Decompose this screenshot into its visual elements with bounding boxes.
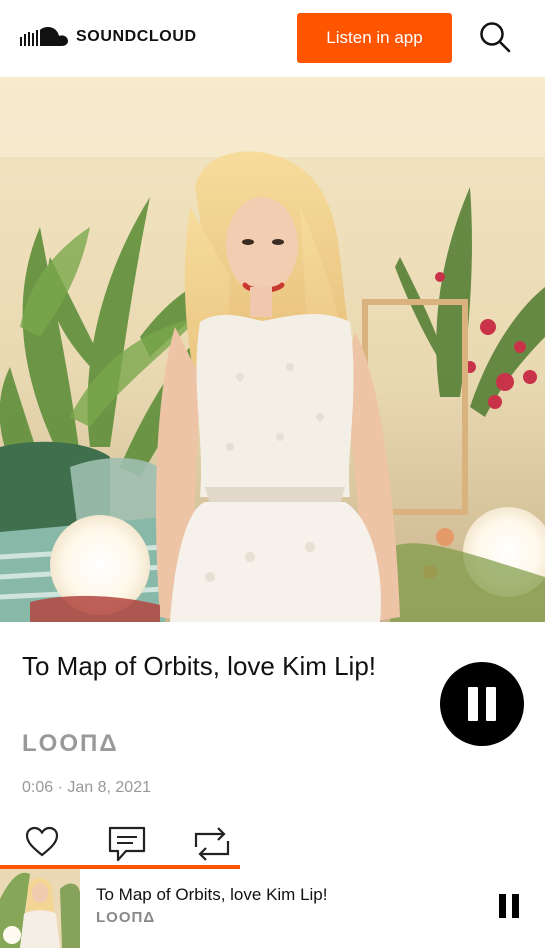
like-button[interactable] — [24, 824, 64, 864]
mini-artwork-image — [0, 869, 80, 948]
mini-player-artist: LOOΠΔ — [96, 909, 156, 926]
top-bar: SOUNDCLOUD Listen in app — [0, 0, 545, 77]
search-button[interactable] — [478, 20, 512, 54]
track-title: To Map of Orbits, love Kim Lip! — [22, 651, 377, 681]
track-artwork[interactable] — [0, 77, 545, 622]
action-bar — [0, 824, 545, 864]
play-pause-button[interactable] — [440, 662, 524, 746]
mini-player[interactable]: To Map of Orbits, love Kim Lip! LOOΠΔ — [0, 869, 545, 948]
pause-icon-bar — [486, 687, 496, 721]
heart-icon — [25, 826, 59, 857]
repost-button[interactable] — [190, 824, 230, 864]
listen-in-app-button[interactable]: Listen in app — [297, 13, 452, 63]
mini-player-title: To Map of Orbits, love Kim Lip! — [96, 885, 328, 904]
artist-name[interactable]: LOOΠΔ — [22, 730, 119, 758]
pause-icon — [468, 687, 478, 721]
track-meta: 0:06 · Jan 8, 2021 — [22, 779, 151, 796]
brand-name: SOUNDCLOUD — [76, 28, 197, 45]
soundcloud-cloud-icon — [20, 27, 68, 46]
mini-player-artwork — [0, 869, 80, 948]
mini-pause-button[interactable] — [494, 891, 524, 921]
mini-pause-icon-bar — [512, 894, 519, 918]
repost-icon — [194, 827, 230, 861]
comment-button[interactable] — [107, 824, 147, 864]
search-icon — [480, 22, 511, 53]
soundcloud-logo[interactable]: SOUNDCLOUD — [20, 26, 197, 48]
comment-icon — [108, 826, 146, 862]
artwork-image — [0, 77, 545, 622]
mini-pause-icon — [499, 894, 506, 918]
